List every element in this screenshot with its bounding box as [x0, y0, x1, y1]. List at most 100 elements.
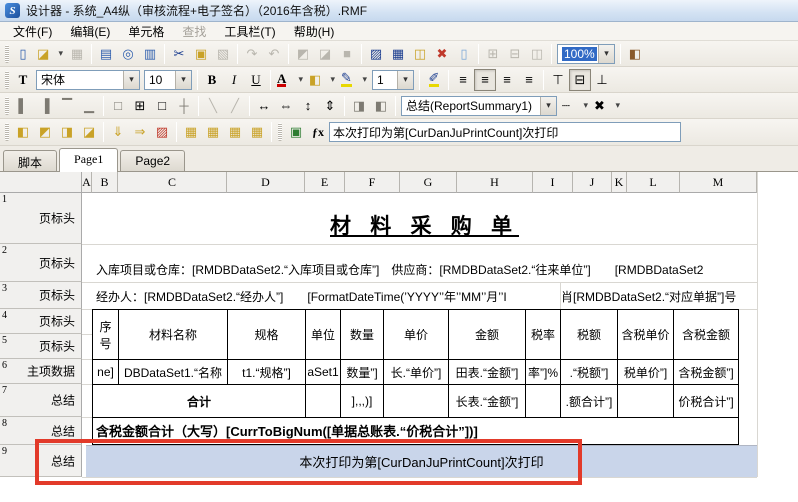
field-seq[interactable]: ne] — [93, 360, 119, 385]
new-grid-button[interactable]: ◫ — [409, 43, 431, 65]
header-price-taxed[interactable]: 含税单价 — [618, 310, 674, 360]
blank-page-button[interactable]: ▯ — [453, 43, 475, 65]
header-price[interactable]: 单价 — [384, 310, 449, 360]
row-header-3[interactable]: 3 页标头 — [0, 282, 82, 309]
field-spec[interactable]: t1.“规格”] — [228, 360, 306, 385]
field-tax[interactable]: .“税额”] — [561, 360, 618, 385]
new-file-button[interactable]: ▯ — [12, 43, 34, 65]
total-tax-rate-cell[interactable] — [526, 385, 561, 418]
field-tax-rate[interactable]: 率”]% — [526, 360, 561, 385]
add-col-button[interactable]: ◧ — [370, 95, 392, 117]
toolbar-grip[interactable] — [278, 123, 282, 141]
unmerge-button[interactable]: ▦ — [246, 121, 268, 143]
menu-edit[interactable]: 编辑(E) — [61, 21, 119, 42]
band-selector-combobox[interactable]: 总结(ReportSummary1) — [401, 96, 557, 116]
data-preview-button[interactable]: ▣ — [285, 121, 307, 143]
total-tax-cell[interactable]: .额合计”] — [561, 385, 618, 418]
font-size-combobox[interactable]: 10 — [144, 70, 192, 90]
field-amount-taxed[interactable]: 含税金额”] — [674, 360, 739, 385]
row-header-2[interactable]: 2 页标头 — [0, 244, 82, 282]
exit-button[interactable]: ◧ — [624, 43, 646, 65]
print-button[interactable]: ▤ — [95, 43, 117, 65]
line-width-combobox[interactable]: 1 — [372, 70, 414, 90]
same-width-all-button[interactable]: ⇔ — [275, 95, 297, 117]
align-right-button[interactable]: ≡ — [496, 69, 518, 91]
add-row-button[interactable]: ◨ — [348, 95, 370, 117]
row-header-1[interactable]: 1 页标头 — [0, 193, 82, 244]
line-style-button[interactable]: ┈ — [559, 95, 591, 117]
row-header-5[interactable]: 5 页标头 — [0, 334, 82, 359]
header-spec[interactable]: 规格 — [228, 310, 306, 360]
doc-number-cell[interactable]: 肖[RMDBDataSet2.“对应单据”]号 — [561, 282, 757, 309]
align-justify-button[interactable]: ≡ — [518, 69, 540, 91]
zoom-combobox[interactable]: 100% — [557, 44, 615, 64]
column-header-k[interactable]: K — [612, 172, 627, 193]
column-header-a[interactable]: A — [82, 172, 92, 193]
font-name-combobox[interactable]: 宋体 — [36, 70, 140, 90]
valign-top-button[interactable]: ⊤ — [547, 69, 569, 91]
row-header-4[interactable]: 4 页标头 — [0, 309, 82, 334]
same-height-all-button[interactable]: ⇕ — [319, 95, 341, 117]
field-material-name[interactable]: DBDataSet1.“名称 — [119, 360, 228, 385]
insert-grid-button[interactable]: ▦ — [387, 43, 409, 65]
header-tax[interactable]: 税额 — [561, 310, 618, 360]
total-label-cell[interactable]: 合计 — [93, 385, 306, 418]
total-amount-taxed-cell[interactable]: 价税合计”] — [674, 385, 739, 418]
border-outer-button[interactable]: □ — [151, 95, 173, 117]
amount-in-words-cell[interactable]: 含税金额合计（大写）[CurrToBigNum([单据总账表.“价税合计”])] — [92, 417, 739, 445]
valign-bottom-button[interactable]: ⊥ — [591, 69, 613, 91]
fill-color-button[interactable]: ◧ — [306, 69, 338, 91]
total-qty-cell[interactable]: ],,,)] — [341, 385, 384, 418]
bold-button[interactable]: B — [201, 69, 223, 91]
header-unit[interactable]: 单位 — [306, 310, 341, 360]
insert-col-left-button[interactable]: ◩ — [34, 121, 56, 143]
same-height-button[interactable]: ↕ — [297, 95, 319, 117]
delete-grid-button[interactable]: ✖ — [431, 43, 453, 65]
formula-input[interactable] — [329, 122, 681, 142]
valign-middle-button[interactable]: ⊟ — [569, 69, 591, 91]
total-unit-cell[interactable] — [306, 385, 341, 418]
print-preview-button[interactable]: ◎ — [117, 43, 139, 65]
font-color-button[interactable]: A — [274, 69, 306, 91]
header-amount[interactable]: 金额 — [449, 310, 526, 360]
insert-row-above-button[interactable]: ◧ — [12, 121, 34, 143]
menu-help[interactable]: 帮助(H) — [285, 21, 344, 42]
row-header-8[interactable]: 8 总结 — [0, 417, 82, 445]
column-header-c[interactable]: C — [118, 172, 227, 193]
border-none-button[interactable]: □ — [107, 95, 129, 117]
handler-date-cell[interactable]: 经办人：[RMDBDataSet2.“经办人”] [FormatDateTime… — [96, 282, 560, 309]
total-price-taxed-cell[interactable] — [618, 385, 674, 418]
split-down-button[interactable]: ⇓ — [107, 121, 129, 143]
open-button[interactable]: ◪ — [34, 43, 66, 65]
column-header-b[interactable]: B — [92, 172, 118, 193]
column-header-i[interactable]: I — [533, 172, 573, 193]
tab-script[interactable]: 脚本 — [3, 150, 57, 171]
header-qty[interactable]: 数量 — [341, 310, 384, 360]
border-all-button[interactable]: ⊞ — [129, 95, 151, 117]
column-header-e[interactable]: E — [305, 172, 345, 193]
column-header-h[interactable]: H — [457, 172, 533, 193]
delete-cell-button[interactable]: ▨ — [151, 121, 173, 143]
font-dialog-button[interactable]: T — [12, 69, 34, 91]
fx-button[interactable]: ƒx — [307, 121, 329, 143]
merge-col-button[interactable]: ▦ — [202, 121, 224, 143]
column-header-l[interactable]: L — [627, 172, 680, 193]
total-price-cell[interactable] — [384, 385, 449, 418]
delete-line-button[interactable]: ✖ — [591, 95, 623, 117]
print-count-cell-selected[interactable]: 本次打印为第[CurDanJuPrintCount]次打印 — [86, 445, 757, 477]
column-header-f[interactable]: F — [345, 172, 400, 193]
print-batch-button[interactable]: ▥ — [139, 43, 161, 65]
border-bottom-button[interactable]: ▁ — [78, 95, 100, 117]
tab-page2[interactable]: Page2 — [120, 150, 185, 171]
grid-corner[interactable] — [0, 172, 82, 193]
header-material-name[interactable]: 材料名称 — [119, 310, 228, 360]
same-width-button[interactable]: ↔ — [253, 95, 275, 117]
menu-cell[interactable]: 单元格 — [119, 21, 173, 42]
menu-file[interactable]: 文件(F) — [4, 21, 61, 42]
highlight-button[interactable]: ✐ — [423, 69, 445, 91]
merge-all-button[interactable]: ▦ — [224, 121, 246, 143]
toolbar-grip[interactable] — [5, 97, 9, 115]
column-header-m[interactable]: M — [680, 172, 757, 193]
border-top-button[interactable]: ▔ — [56, 95, 78, 117]
field-unit[interactable]: aSet1 — [306, 360, 341, 385]
